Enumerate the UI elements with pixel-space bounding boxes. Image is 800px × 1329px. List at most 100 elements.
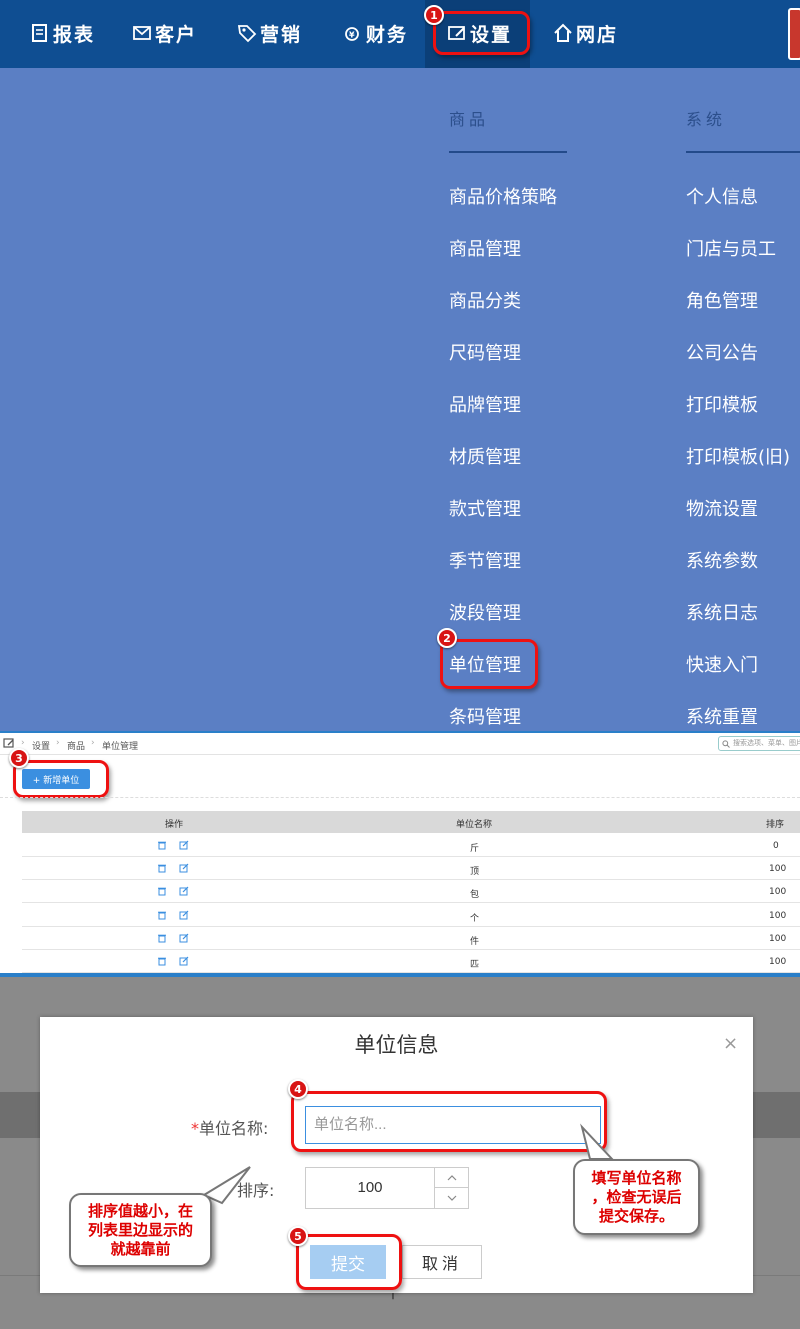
- edit-icon[interactable]: [179, 933, 189, 943]
- trash-icon[interactable]: [157, 840, 167, 850]
- search-placeholder: 搜索选项、菜单、图片: [733, 739, 800, 747]
- tutorial-screenshot: 报表 客户 营销 ¥ 财务 设置 网店 1 商品 商品价格策略 商品管理 商品分…: [0, 0, 800, 1329]
- nav-label: 财务: [366, 23, 409, 46]
- cell-sort: 0: [773, 841, 779, 851]
- menu-item-profile[interactable]: 个人信息: [686, 183, 758, 209]
- menu-item-goods-category[interactable]: 商品分类: [449, 287, 521, 313]
- menu-item-brand-manage[interactable]: 品牌管理: [449, 391, 521, 417]
- tip-unit-name: 填写单位名称 ，检查无误后 提交保存。: [573, 1159, 700, 1235]
- step-badge-2: 2: [437, 628, 457, 648]
- table-row: 匹 100: [22, 950, 800, 973]
- breadcrumb: › 设置 › 商品 › 单位管理 搜索选项、菜单、图片: [0, 733, 800, 755]
- menu-item-system-params[interactable]: 系统参数: [686, 547, 758, 573]
- callout-add-unit: [13, 760, 109, 798]
- unit-dialog-panel: 个 单位信息 × *单位名称: 单位名称... 排序: 100 提交 取消: [0, 973, 800, 1329]
- table-row: 包 100: [22, 880, 800, 903]
- step-badge-3: 3: [9, 748, 29, 768]
- trash-icon[interactable]: [157, 863, 167, 873]
- breadcrumb-unit-manage: 单位管理: [102, 742, 139, 752]
- chevron-right-icon: ›: [56, 738, 60, 748]
- top-nav-bar: 报表 客户 营销 ¥ 财务 设置 网店: [0, 0, 800, 68]
- trash-icon[interactable]: [157, 886, 167, 896]
- menu-item-print-template-old[interactable]: 打印模板(旧): [686, 443, 790, 469]
- cell-unit-name: 斤: [470, 844, 480, 854]
- cell-unit-name: 顶: [470, 867, 480, 877]
- nav-label: 客户: [155, 23, 198, 46]
- callout-unit-manage: [440, 639, 538, 689]
- table-header: 操作 单位名称 排序: [22, 811, 800, 833]
- menu-item-announcements[interactable]: 公司公告: [686, 339, 758, 365]
- menu-item-material-manage[interactable]: 材质管理: [449, 443, 521, 469]
- brand-logo: [788, 8, 800, 60]
- menu-item-wave-manage[interactable]: 波段管理: [449, 599, 521, 625]
- nav-item-customer[interactable]: 客户: [132, 18, 197, 48]
- menu-item-goods-manage[interactable]: 商品管理: [449, 235, 521, 261]
- menu-item-system-log[interactable]: 系统日志: [686, 599, 758, 625]
- nav-label: 营销: [260, 23, 303, 46]
- edit-icon[interactable]: [179, 863, 189, 873]
- trash-icon[interactable]: [157, 910, 167, 920]
- cell-sort: 100: [769, 911, 787, 921]
- nav-item-shop[interactable]: 网店: [553, 18, 618, 48]
- edit-icon[interactable]: [179, 910, 189, 920]
- cell-unit-name: 件: [470, 937, 480, 947]
- finance-icon: ¥: [345, 27, 359, 41]
- callout-settings: [433, 11, 530, 55]
- search-icon: [722, 740, 730, 748]
- trash-icon[interactable]: [157, 933, 167, 943]
- breadcrumb-settings[interactable]: 设置: [32, 739, 50, 752]
- table-row: 顶 100: [22, 857, 800, 880]
- nav-item-report[interactable]: 报表: [30, 18, 95, 48]
- cell-unit-name: 个: [470, 914, 480, 924]
- table-row: 个 100: [22, 904, 800, 927]
- cell-sort: 100: [769, 864, 787, 874]
- divider: [0, 797, 800, 798]
- cell-sort: 100: [769, 934, 787, 944]
- edit-icon[interactable]: [179, 956, 189, 966]
- goods-divider: [449, 151, 567, 153]
- edit-icon[interactable]: [179, 886, 189, 896]
- search-input[interactable]: 搜索选项、菜单、图片: [718, 736, 800, 751]
- nav-item-finance[interactable]: ¥ 财务: [343, 18, 408, 48]
- tag-icon: [237, 25, 257, 43]
- header-sort: 排序: [766, 820, 785, 830]
- breadcrumb-goods[interactable]: 商品: [67, 739, 85, 752]
- tip-sort-order: 排序值越小，在 列表里边显示的 就越靠前: [69, 1193, 212, 1267]
- chevron-right-icon: ›: [21, 738, 25, 748]
- system-divider: [686, 151, 800, 153]
- nav-label: 网店: [576, 23, 619, 46]
- cell-sort: 100: [769, 887, 787, 897]
- cell-unit-name: 匹: [470, 960, 480, 970]
- menu-item-system-reset[interactable]: 系统重置: [686, 703, 758, 729]
- menu-item-barcode-manage[interactable]: 条码管理: [449, 703, 521, 729]
- table-row: 斤 0: [22, 834, 800, 857]
- menu-item-print-template[interactable]: 打印模板: [686, 391, 758, 417]
- report-icon: [32, 24, 47, 42]
- cell-unit-name: 包: [470, 890, 480, 900]
- settings-icon: [3, 738, 14, 748]
- menu-item-stores-staff[interactable]: 门店与员工: [686, 235, 776, 261]
- settings-menu-panel: 报表 客户 营销 ¥ 财务 设置 网店 1 商品 商品价格策略 商品管理 商品分…: [0, 0, 800, 731]
- home-icon: [554, 23, 572, 42]
- chevron-right-icon: ›: [91, 738, 95, 748]
- unit-list-panel: › 设置 › 商品 › 单位管理 搜索选项、菜单、图片 + 新增单位 3 操作 …: [0, 731, 800, 973]
- table-row: 件 100: [22, 927, 800, 950]
- mail-icon: [133, 26, 151, 40]
- trash-icon[interactable]: [157, 956, 167, 966]
- menu-item-price-strategy[interactable]: 商品价格策略: [449, 183, 557, 209]
- header-ops: 操作: [165, 820, 184, 830]
- menu-item-logistics[interactable]: 物流设置: [686, 495, 758, 521]
- menu-item-quick-start[interactable]: 快速入门: [686, 651, 758, 677]
- bubble-tails: [201, 1123, 615, 1205]
- menu-item-roles[interactable]: 角色管理: [686, 287, 758, 313]
- system-heading: 系统: [686, 110, 727, 129]
- cell-sort: 100: [769, 957, 787, 967]
- nav-item-marketing[interactable]: 营销: [237, 18, 302, 48]
- svg-text:¥: ¥: [349, 31, 357, 40]
- menu-item-style-manage[interactable]: 款式管理: [449, 495, 521, 521]
- nav-label: 报表: [53, 23, 96, 46]
- menu-item-size-manage[interactable]: 尺码管理: [449, 339, 521, 365]
- edit-icon[interactable]: [179, 840, 189, 850]
- menu-item-season-manage[interactable]: 季节管理: [449, 547, 521, 573]
- header-unit-name: 单位名称: [456, 820, 493, 830]
